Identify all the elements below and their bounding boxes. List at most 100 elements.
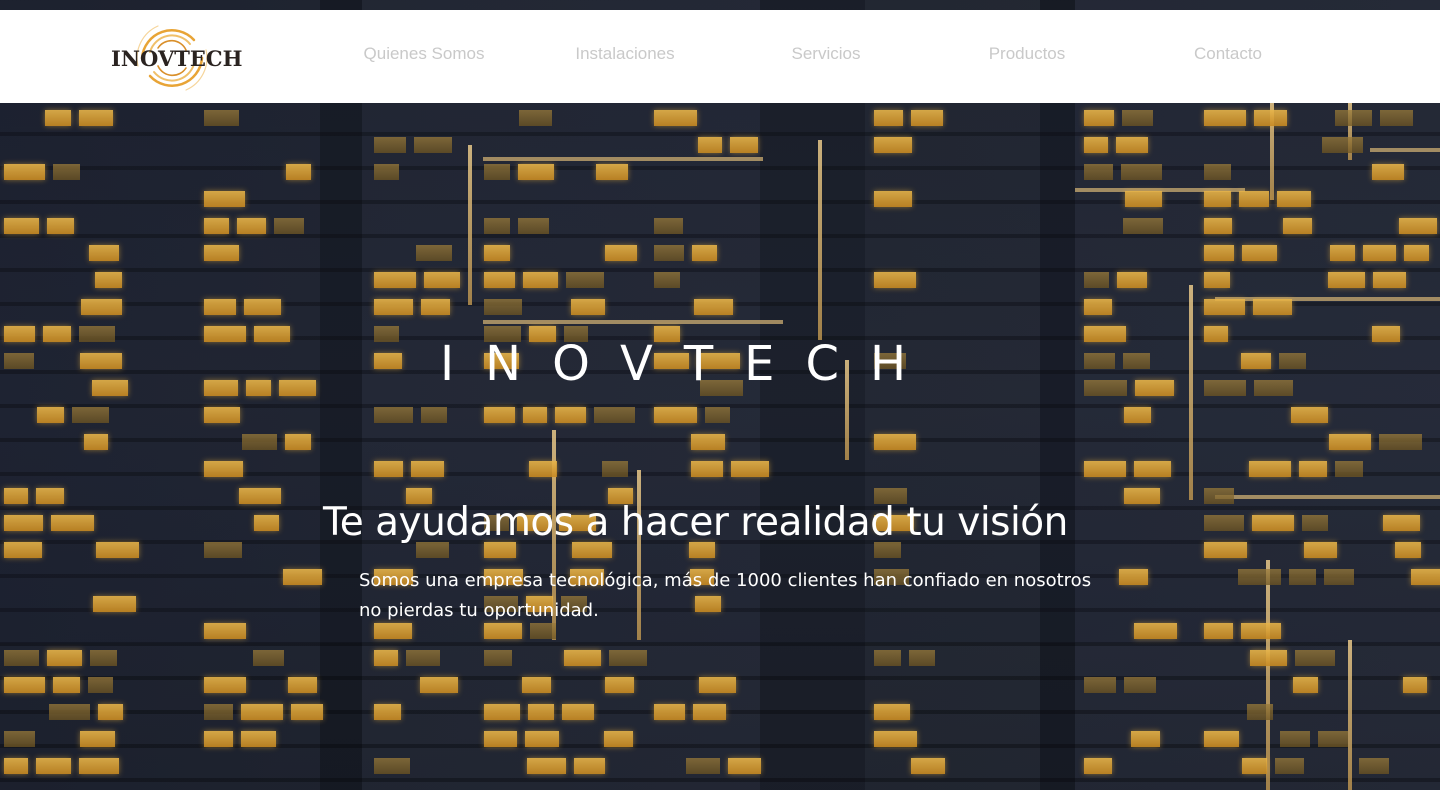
logo[interactable]: INOVTECH xyxy=(108,18,242,98)
lit-window xyxy=(283,569,322,585)
lit-window xyxy=(204,623,246,639)
lit-window xyxy=(654,218,683,234)
nav-item-quienes-somos[interactable]: Quienes Somos xyxy=(339,44,509,64)
lit-window xyxy=(1204,272,1230,288)
lit-window xyxy=(874,650,901,666)
lit-window xyxy=(204,299,236,315)
lit-window xyxy=(374,272,416,288)
lit-window xyxy=(605,245,637,261)
hero-subtext: Somos una empresa tecnológica, más de 10… xyxy=(359,570,1092,621)
lit-window xyxy=(1253,299,1292,315)
lit-window xyxy=(98,704,123,720)
lit-window xyxy=(484,272,515,288)
lit-window xyxy=(1125,191,1162,207)
lit-window xyxy=(1204,488,1234,504)
lit-window xyxy=(1204,326,1228,342)
lit-window xyxy=(1124,488,1160,504)
nav-item-servicios[interactable]: Servicios xyxy=(741,44,911,64)
lit-window xyxy=(571,299,605,315)
lit-window xyxy=(562,704,594,720)
lit-window xyxy=(1204,542,1247,558)
logo-text: INOVTECH xyxy=(111,46,243,71)
lit-window xyxy=(90,650,117,666)
lit-window xyxy=(1242,758,1267,774)
lit-window xyxy=(1372,326,1400,342)
lit-window xyxy=(874,272,916,288)
lit-window xyxy=(204,542,242,558)
lit-window xyxy=(705,407,730,423)
lit-window xyxy=(523,407,547,423)
lit-window xyxy=(1122,110,1153,126)
lit-window xyxy=(4,758,28,774)
lit-window xyxy=(523,272,558,288)
lit-window xyxy=(204,731,233,747)
lit-window xyxy=(421,299,450,315)
lit-window xyxy=(80,353,122,369)
lit-window xyxy=(274,218,304,234)
lit-window xyxy=(1399,218,1437,234)
lit-window xyxy=(1373,272,1406,288)
lit-window xyxy=(4,218,39,234)
lit-window xyxy=(1293,677,1318,693)
lit-window xyxy=(1241,623,1281,639)
lit-window xyxy=(564,650,601,666)
lit-window xyxy=(1084,299,1112,315)
lit-window xyxy=(414,137,452,153)
lit-window xyxy=(528,704,554,720)
lit-window xyxy=(374,758,410,774)
lit-window xyxy=(1124,677,1156,693)
lit-window xyxy=(518,218,549,234)
lit-window xyxy=(4,542,42,558)
lit-window xyxy=(4,650,39,666)
lit-window xyxy=(1380,110,1413,126)
lit-window xyxy=(1117,272,1147,288)
page: INOVTECH Quienes Somos Instalaciones Ser… xyxy=(0,0,1440,790)
lit-window xyxy=(605,677,634,693)
lit-window xyxy=(730,137,758,153)
lit-window xyxy=(874,137,912,153)
nav-item-instalaciones[interactable]: Instalaciones xyxy=(540,44,710,64)
lit-window xyxy=(204,704,233,720)
lit-window xyxy=(1279,353,1306,369)
lit-window xyxy=(1123,218,1163,234)
lit-window xyxy=(79,758,119,774)
lit-window xyxy=(4,326,35,342)
lit-window xyxy=(204,245,239,261)
lit-window xyxy=(53,677,80,693)
lit-window xyxy=(1359,758,1389,774)
lit-window xyxy=(1247,704,1273,720)
lit-window xyxy=(241,731,276,747)
building-ledge xyxy=(1215,297,1440,301)
building-ledge xyxy=(483,320,783,324)
lit-window xyxy=(1084,380,1127,396)
lit-window xyxy=(204,677,246,693)
lit-window xyxy=(204,191,245,207)
lit-window xyxy=(416,245,452,261)
lit-window xyxy=(1204,731,1239,747)
lit-window xyxy=(1318,731,1348,747)
lit-window xyxy=(241,704,283,720)
lit-window xyxy=(874,110,903,126)
lit-window xyxy=(246,380,271,396)
light-strip xyxy=(468,145,472,305)
nav-item-productos[interactable]: Productos xyxy=(942,44,1112,64)
hero-headline: Te ayudamos a hacer realidad tu visión xyxy=(323,500,1068,545)
lit-window xyxy=(911,110,943,126)
lit-window xyxy=(525,731,559,747)
lit-window xyxy=(406,650,440,666)
lit-window xyxy=(699,677,736,693)
lit-window xyxy=(96,542,139,558)
lit-window xyxy=(484,164,510,180)
lit-window xyxy=(1335,110,1372,126)
lit-window xyxy=(420,677,458,693)
lit-window xyxy=(242,434,277,450)
lit-window xyxy=(204,326,246,342)
lit-window xyxy=(1239,191,1269,207)
lit-window xyxy=(1119,569,1148,585)
lit-window xyxy=(45,110,71,126)
lit-window xyxy=(4,488,28,504)
nav-item-contacto[interactable]: Contacto xyxy=(1143,44,1313,64)
lit-window xyxy=(1383,515,1420,531)
lit-window xyxy=(1304,542,1337,558)
lit-window xyxy=(1299,461,1327,477)
